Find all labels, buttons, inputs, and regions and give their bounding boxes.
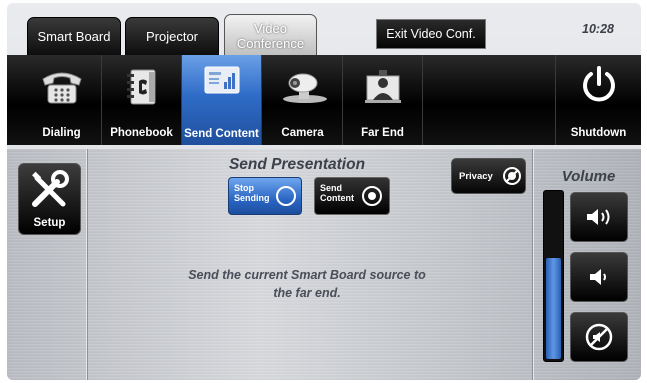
camera-icon [263,67,342,107]
setup-label: Setup [33,217,66,229]
presentation-icon [182,63,261,103]
volume-slider[interactable] [543,190,564,362]
stop-sending-button[interactable]: Stop Sending [228,177,302,215]
shutdown-button[interactable]: Shutdown [555,55,641,145]
volume-level-fill [546,257,561,359]
dialing-label: Dialing [42,127,81,139]
phonebook-label: Phonebook [110,127,173,139]
volume-down-icon [590,269,606,285]
mute-button[interactable] [570,312,628,362]
tab-video-conference[interactable]: Video Conference [224,14,317,57]
tab-projector[interactable]: Projector [125,17,219,56]
left-divider [86,149,88,380]
far-end-label: Far End [361,127,404,139]
volume-up-button[interactable] [570,192,628,242]
mute-icon [585,323,613,351]
main-area: Setup Send Presentation Stop Sending Sen… [7,149,641,380]
volume-down-button[interactable] [570,252,628,302]
telephone-icon [22,67,101,107]
exit-video-conf-button[interactable]: Exit Video Conf. [376,19,486,49]
setup-button[interactable]: Setup [18,163,81,235]
send-content-tool-label: Send Content [184,128,259,140]
phonebook-button[interactable]: Phonebook [102,55,182,145]
tab-smart-board[interactable]: Smart Board [27,17,121,56]
camera-label: Camera [281,127,324,139]
ring-icon [276,186,296,206]
camera-off-icon [503,167,521,185]
toolbar: Dialing Phonebook Send Content Camera Fa… [7,55,641,145]
status-message: Send the current Smart Board source to t… [188,268,426,300]
control-panel: Smart Board Projector Video Conference E… [7,3,641,380]
send-content-label: Send Content [320,183,354,203]
tools-icon [32,170,69,207]
power-icon [556,65,641,105]
far-end-button[interactable]: Far End [343,55,423,145]
phonebook-icon [102,67,181,107]
far-end-icon [343,67,422,107]
volume-up-icon [587,209,610,225]
privacy-label: Privacy [459,171,493,182]
radio-dot-icon [362,186,382,206]
send-content-button[interactable]: Send Content [314,177,390,215]
dialing-button[interactable]: Dialing [22,55,102,145]
section-title: Send Presentation [228,156,366,173]
stop-sending-label: Stop Sending [234,183,270,203]
right-divider [532,149,534,380]
volume-title: Volume [561,168,616,185]
privacy-button[interactable]: Privacy [451,158,526,194]
clock: 10:28 [582,22,614,36]
camera-button[interactable]: Camera [263,55,343,145]
shutdown-label: Shutdown [570,127,627,139]
send-content-tool-button[interactable]: Send Content [182,55,262,145]
